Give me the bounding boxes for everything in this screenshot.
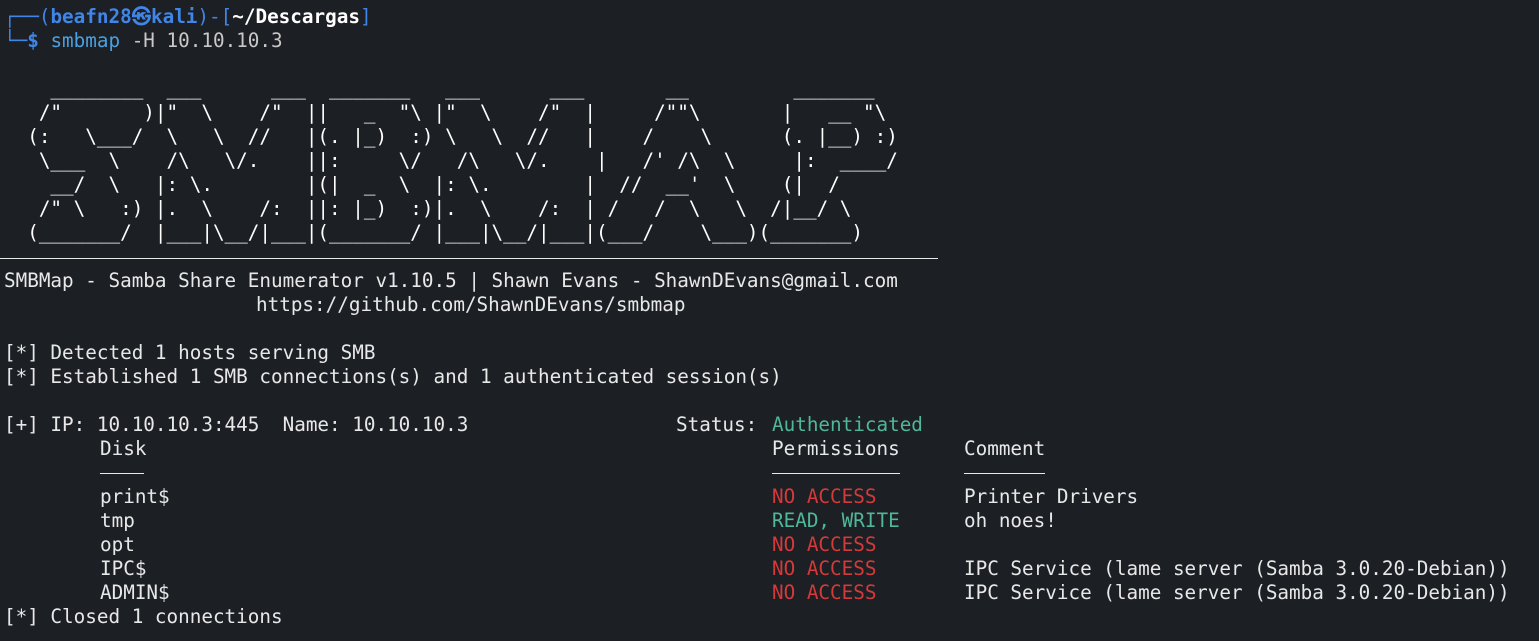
banner-line: (: \___/ \ \ // |(. |_) :) \ \ // | / \ … bbox=[4, 125, 898, 148]
command-args: -H 10.10.10.3 bbox=[131, 29, 283, 52]
prompt-user: beafn28 bbox=[50, 5, 132, 28]
credits-url[interactable]: https://github.com/ShawnDEvans/smbmap bbox=[256, 293, 686, 317]
header-comment: Comment bbox=[964, 437, 1046, 460]
prompt-mid: )-[ bbox=[197, 5, 233, 28]
prompt-dollar: $ bbox=[27, 29, 39, 52]
banner-line: ________ ___ ___ _______ ___ ___ __ ____… bbox=[4, 77, 875, 100]
command-line[interactable]: └─$ smbmap -H 10.10.10.3 bbox=[4, 29, 283, 53]
log-detected: [*] Detected 1 hosts serving SMB bbox=[4, 341, 376, 364]
log-established: [*] Established 1 SMB connections(s) and… bbox=[4, 365, 782, 388]
banner-line: /" \ :) |. \ /: ||: |_) :)|. \ /: | / / … bbox=[4, 197, 852, 220]
share-name: IPC$ bbox=[100, 557, 147, 580]
share-name: opt bbox=[100, 533, 135, 556]
log-closed: [*] Closed 1 connections bbox=[4, 605, 283, 628]
share-permissions: NO ACCESS bbox=[772, 485, 877, 508]
prompt-host: kali bbox=[150, 5, 198, 28]
status-label: Status: bbox=[676, 413, 758, 436]
underline-permissions bbox=[772, 473, 900, 474]
banner-line: (_______/ |___|\__/|___|(_______/ |___|\… bbox=[4, 221, 864, 244]
command-name: smbmap bbox=[50, 29, 121, 52]
prompt-header: ┌──(beafn28㉿kali)-[~/Descargas] bbox=[4, 5, 372, 29]
banner-line: __/ \ |: \. |(| _ \ |: \. | // __' \ (| … bbox=[4, 173, 840, 196]
underline-comment bbox=[964, 473, 1045, 474]
header-disk: Disk bbox=[100, 437, 147, 460]
share-comment: IPC Service (lame server (Samba 3.0.20-D… bbox=[964, 557, 1510, 580]
banner-divider bbox=[0, 258, 938, 259]
prompt-corner-bottom: └─ bbox=[4, 29, 28, 52]
share-comment: Printer Drivers bbox=[964, 485, 1139, 508]
share-permissions: NO ACCESS bbox=[772, 533, 877, 556]
share-comment: oh noes! bbox=[964, 509, 1057, 532]
credits-line: SMBMap - Samba Share Enumerator v1.10.5 … bbox=[4, 269, 898, 292]
share-permissions: READ, WRITE bbox=[772, 509, 900, 532]
host-info: [+] IP: 10.10.10.3:445 Name: 10.10.10.3 bbox=[4, 413, 469, 436]
banner-line: /" )|" \ /" || _ "\ |" \ /" | /""\ | __ … bbox=[4, 101, 887, 124]
share-permissions: NO ACCESS bbox=[772, 581, 877, 604]
share-name: tmp bbox=[100, 509, 135, 532]
prompt-close: ] bbox=[359, 5, 372, 28]
share-name: print$ bbox=[100, 485, 170, 508]
terminal-window[interactable]: ┌──(beafn28㉿kali)-[~/Descargas] └─$ smbm… bbox=[0, 0, 1539, 641]
underline-disk bbox=[100, 473, 144, 474]
share-permissions: NO ACCESS bbox=[772, 557, 877, 580]
header-permissions: Permissions bbox=[772, 437, 900, 460]
prompt-at-icon: ㉿ bbox=[131, 5, 151, 28]
share-name: ADMIN$ bbox=[100, 581, 170, 604]
prompt-corner-top: ┌──( bbox=[4, 5, 51, 28]
prompt-path: ~/Descargas bbox=[232, 5, 360, 28]
status-value: Authenticated bbox=[772, 413, 923, 436]
banner-line: \___ \ /\ \/. ||: \/ /\ \/. | /' /\ \ |:… bbox=[4, 149, 898, 172]
share-comment: IPC Service (lame server (Samba 3.0.20-D… bbox=[964, 581, 1510, 604]
